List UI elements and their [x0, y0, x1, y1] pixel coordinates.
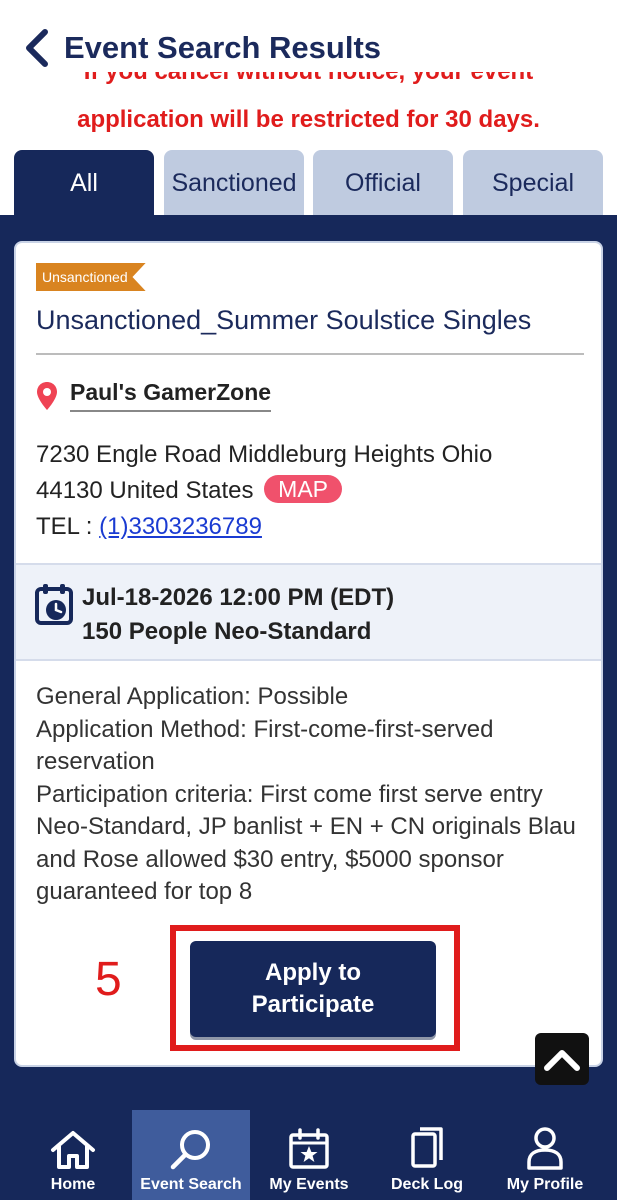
event-type-tabs: All Sanctioned Official Special — [0, 150, 617, 216]
nav-deck-log-label: Deck Log — [390, 1176, 463, 1193]
home-icon — [51, 1131, 95, 1169]
highlight-frame: Apply to Participate — [170, 925, 460, 1051]
step-annotation: 5 — [95, 953, 122, 1006]
nav-my-profile[interactable]: My Profile — [486, 1110, 604, 1200]
location-pin-icon — [37, 382, 57, 410]
general-application: General Application: Possible — [36, 683, 349, 710]
event-title[interactable]: Unsanctioned_Summer Soulstice Singles — [36, 305, 531, 336]
event-capacity-format: 150 People Neo-Standard — [82, 618, 372, 645]
nav-my-events-label: My Events — [269, 1176, 349, 1193]
address-line-1: 7230 Engle Road Middleburg Heights Ohio — [36, 441, 493, 468]
nav-my-events[interactable]: My Events — [250, 1110, 368, 1200]
venue-link[interactable]: Paul's GamerZone — [70, 379, 272, 412]
calendar-clock-icon — [35, 584, 73, 625]
nav-event-search[interactable]: Event Search — [132, 1110, 250, 1200]
search-icon — [170, 1130, 210, 1170]
nav-deck-log[interactable]: Deck Log — [368, 1110, 486, 1200]
map-button[interactable]: MAP — [264, 475, 343, 503]
nav-event-search-label: Event Search — [140, 1176, 242, 1193]
event-datetime: Jul-18-2026 12:00 PM (EDT) — [82, 584, 395, 611]
warning-line-2: application will be restricted for 30 da… — [77, 106, 540, 133]
calendar-star-icon — [289, 1128, 329, 1169]
person-icon — [527, 1127, 563, 1170]
cards-icon — [411, 1127, 443, 1168]
event-details: General Application: Possible Applicatio… — [36, 681, 586, 909]
warning-line-1: If you cancel without notice, your event — [0, 72, 617, 88]
application-method: Application Method: First-come-first-ser… — [36, 715, 494, 776]
back-button[interactable] — [18, 26, 54, 70]
venue-address: 7230 Engle Road Middleburg Heights Ohio … — [36, 437, 576, 509]
event-schedule: Jul-18-2026 12:00 PM (EDT) 150 People Ne… — [16, 563, 601, 661]
chevron-left-icon — [26, 29, 48, 67]
phone-row: TEL : (1)3303236789 — [36, 513, 262, 541]
apply-label-line-1: Apply to — [265, 959, 361, 986]
nav-my-profile-label: My Profile — [506, 1176, 584, 1193]
tab-sanctioned[interactable]: Sanctioned — [164, 150, 304, 216]
page-title: Event Search Results — [64, 30, 382, 65]
event-type-badge: Unsanctioned — [36, 263, 146, 291]
participation-criteria: Participation criteria: First come first… — [36, 780, 576, 906]
apply-to-participate-button[interactable]: Apply to Participate — [190, 941, 436, 1037]
chevron-up-icon — [544, 1050, 580, 1071]
tel-label: TEL : — [36, 513, 100, 540]
bottom-navigation: Home Event Search My Events Deck Log My … — [0, 1110, 617, 1200]
nav-home-label: Home — [50, 1176, 96, 1193]
phone-link[interactable]: (1)3303236789 — [99, 513, 262, 540]
event-date: Jul-18-2026 12:00 PM (EDT) 150 People Ne… — [82, 581, 394, 649]
apply-label-line-2: Participate — [251, 991, 375, 1018]
nav-home[interactable]: Home — [14, 1110, 132, 1200]
tab-all[interactable]: All — [14, 150, 154, 216]
tab-special[interactable]: Special — [463, 150, 603, 216]
tab-official[interactable]: Official — [313, 150, 453, 216]
divider — [36, 353, 584, 355]
address-line-2: 44130 United States — [36, 477, 254, 504]
scroll-to-top-button[interactable] — [535, 1033, 589, 1085]
